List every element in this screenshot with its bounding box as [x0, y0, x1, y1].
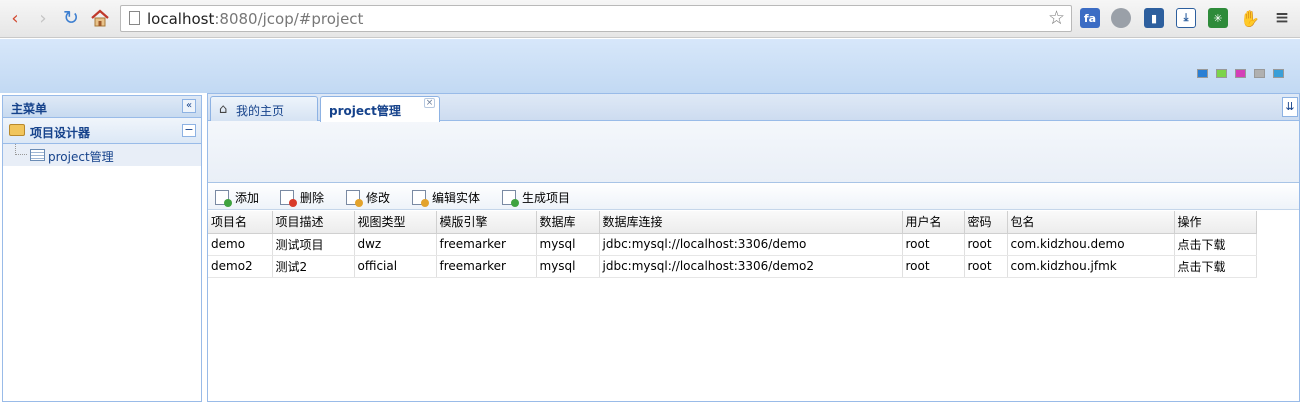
- cell-password: root: [964, 233, 1008, 256]
- generate-project-button[interactable]: 生成项目: [502, 188, 571, 207]
- cell-username: root: [902, 233, 965, 256]
- theme-swatch-gray[interactable]: [1254, 69, 1265, 78]
- tab-label: project管理: [329, 104, 401, 118]
- theme-swatch-purple[interactable]: [1235, 69, 1246, 78]
- bookmark-star-icon[interactable]: ☆: [1048, 7, 1065, 29]
- edit-entity-button-label: 编辑实体: [432, 190, 481, 205]
- home-tab-icon: ⌂: [219, 102, 228, 117]
- evernote-icon[interactable]: ✋: [1240, 8, 1260, 28]
- cell-password: root: [964, 255, 1008, 278]
- address-bar[interactable]: localhost:8080/jcop/#project ☆: [120, 5, 1072, 32]
- cell-package: com.kidzhou.demo: [1007, 233, 1175, 256]
- folder-icon: [9, 124, 25, 136]
- left-menu-panel: 主菜单 « 项目设计器 − project管理: [2, 95, 202, 402]
- column-header[interactable]: 数据库连接: [599, 211, 903, 234]
- column-header[interactable]: 用户名: [902, 211, 965, 234]
- cell-project-name: demo: [208, 233, 273, 256]
- delete-button-label: 删除: [300, 190, 325, 205]
- delete-button[interactable]: 删除: [280, 188, 325, 207]
- cell-db-connection: jdbc:mysql://localhost:3306/demo: [599, 233, 903, 256]
- accordion-toggle-icon[interactable]: −: [182, 124, 196, 137]
- cell-description: 测试项目: [272, 233, 355, 256]
- column-header[interactable]: 数据库: [536, 211, 600, 234]
- cell-username: root: [902, 255, 965, 278]
- left-menu-title: 主菜单: [11, 102, 48, 116]
- leaf-icon[interactable]: ✳: [1208, 8, 1228, 28]
- cell-template-engine: freemarker: [436, 255, 537, 278]
- delete-icon: [280, 189, 297, 207]
- column-header[interactable]: 密码: [964, 211, 1008, 234]
- page-icon: [129, 11, 140, 25]
- add-icon: [215, 189, 232, 207]
- grid-header-row: 项目名 项目描述 视图类型 模版引擎 数据库 数据库连接 用户名 密码 包名 操…: [208, 211, 1257, 234]
- accordion-title: 项目设计器: [30, 126, 91, 140]
- tab-label: 我的主页: [236, 104, 285, 118]
- tree-line: [15, 144, 27, 155]
- app-header: [0, 39, 1300, 93]
- column-header[interactable]: 项目名: [208, 211, 273, 234]
- globe-icon[interactable]: [1111, 8, 1131, 28]
- cell-database: mysql: [536, 233, 600, 256]
- url-text: localhost:8080/jcop/#project: [147, 10, 364, 28]
- table-row[interactable]: demo 测试项目 dwz freemarker mysql jdbc:mysq…: [208, 233, 1257, 256]
- cell-view-type: dwz: [354, 233, 437, 256]
- theme-swatch-blue[interactable]: [1197, 69, 1208, 78]
- add-button-label: 添加: [235, 190, 260, 205]
- tree-item-project[interactable]: project管理: [3, 144, 201, 166]
- edit-entity-button[interactable]: 编辑实体: [412, 188, 481, 207]
- left-menu-header: 主菜单 «: [3, 96, 201, 118]
- cell-database: mysql: [536, 255, 600, 278]
- list-page-icon: [30, 149, 45, 161]
- back-icon[interactable]: ‹: [4, 7, 26, 29]
- grid-toolbar: 添加 删除 修改 编辑实体 生成项目: [208, 183, 1299, 210]
- generate-project-button-label: 生成项目: [522, 190, 571, 205]
- column-header[interactable]: 模版引擎: [436, 211, 537, 234]
- edit-button-label: 修改: [366, 190, 391, 205]
- edit-icon: [346, 189, 363, 207]
- cell-project-name: demo2: [208, 255, 273, 278]
- search-area: [208, 121, 1299, 183]
- cell-description: 测试2: [272, 255, 355, 278]
- extension-icon[interactable]: fa: [1080, 8, 1100, 28]
- project-grid: 项目名 项目描述 视图类型 模版引擎 数据库 数据库连接 用户名 密码 包名 操…: [208, 211, 1257, 278]
- main-panel: ⌂ 我的主页 project管理 × ⇊ 添加 删除 修改 编辑实体 生成项目: [207, 93, 1300, 402]
- edit-button[interactable]: 修改: [346, 188, 391, 207]
- download-link[interactable]: 点击下载: [1174, 233, 1257, 256]
- column-header[interactable]: 操作: [1174, 211, 1257, 234]
- tab-project[interactable]: project管理 ×: [320, 96, 440, 122]
- generate-icon: [502, 189, 519, 207]
- bookmark-icon[interactable]: ▮: [1144, 8, 1164, 28]
- accordion-header[interactable]: 项目设计器 −: [3, 118, 201, 144]
- forward-icon[interactable]: ›: [32, 7, 54, 29]
- theme-swatch-green[interactable]: [1216, 69, 1227, 78]
- cell-view-type: official: [354, 255, 437, 278]
- theme-swatch-sky[interactable]: [1273, 69, 1284, 78]
- download-icon[interactable]: ⤓: [1176, 8, 1196, 28]
- table-row[interactable]: demo2 测试2 official freemarker mysql jdbc…: [208, 255, 1257, 278]
- menu-icon[interactable]: ≡: [1272, 8, 1292, 28]
- download-link[interactable]: 点击下载: [1174, 255, 1257, 278]
- tab-home[interactable]: ⌂ 我的主页: [210, 96, 318, 121]
- reload-icon[interactable]: ↻: [60, 7, 82, 29]
- tabs-bar: ⌂ 我的主页 project管理 × ⇊: [208, 94, 1299, 122]
- cell-db-connection: jdbc:mysql://localhost:3306/demo2: [599, 255, 903, 278]
- column-header[interactable]: 包名: [1007, 211, 1175, 234]
- column-header[interactable]: 视图类型: [354, 211, 437, 234]
- chevron-down-icon[interactable]: ⇊: [1282, 97, 1298, 117]
- cell-template-engine: freemarker: [436, 233, 537, 256]
- home-icon[interactable]: [89, 7, 111, 29]
- add-button[interactable]: 添加: [215, 188, 260, 207]
- edit-entity-icon: [412, 189, 429, 207]
- tree-item-label: project管理: [48, 150, 114, 164]
- browser-toolbar: ‹ › ↻ localhost:8080/jcop/#project ☆ fa …: [0, 0, 1300, 38]
- close-icon[interactable]: ×: [424, 98, 435, 108]
- column-header[interactable]: 项目描述: [272, 211, 355, 234]
- collapse-icon[interactable]: «: [182, 99, 196, 113]
- cell-package: com.kidzhou.jfmk: [1007, 255, 1175, 278]
